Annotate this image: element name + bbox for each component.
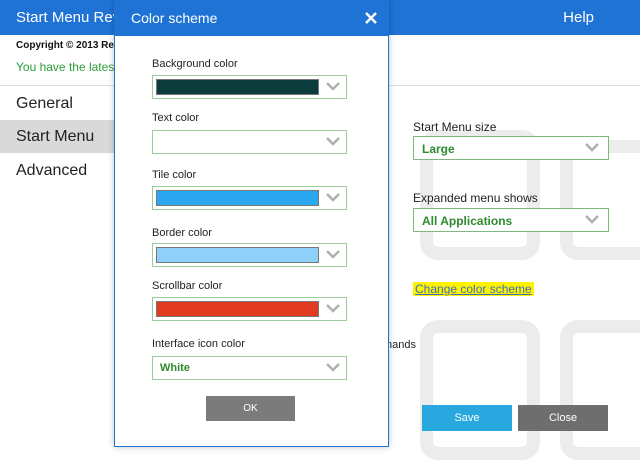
color-swatch: [156, 79, 319, 95]
help-link[interactable]: Help: [563, 9, 594, 26]
chevron-down-icon: [326, 250, 340, 259]
partial-label-text: nands: [386, 339, 416, 351]
color-swatch: [156, 247, 319, 263]
chevron-down-icon: [326, 363, 340, 372]
tile-color-select[interactable]: [152, 186, 347, 210]
background-color-select[interactable]: [152, 75, 347, 99]
chevron-down-icon: [585, 143, 599, 152]
color-swatch: [156, 301, 319, 317]
interface-icon-color-label: Interface icon color: [152, 338, 245, 350]
text-color-label: Text color: [152, 112, 200, 124]
dialog-title: Color scheme: [131, 10, 218, 26]
change-color-scheme-link[interactable]: Change color scheme: [413, 282, 534, 296]
background-color-label: Background color: [152, 58, 238, 70]
chevron-down-icon: [326, 137, 340, 146]
color-scheme-dialog: Color scheme Background color Text color…: [114, 0, 389, 447]
start-menu-size-value: Large: [422, 142, 455, 156]
chevron-down-icon: [326, 82, 340, 91]
chevron-down-icon: [585, 215, 599, 224]
close-button[interactable]: Close: [518, 405, 608, 431]
expanded-menu-label: Expanded menu shows: [413, 191, 538, 205]
interface-icon-color-select[interactable]: White: [152, 356, 347, 380]
save-button[interactable]: Save: [422, 405, 512, 431]
tile-color-label: Tile color: [152, 169, 197, 181]
nav-item-start-menu[interactable]: Start Menu: [0, 120, 118, 153]
close-icon[interactable]: [355, 1, 388, 36]
text-color-select[interactable]: [152, 130, 347, 154]
chevron-down-icon: [326, 193, 340, 202]
ok-button[interactable]: OK: [206, 396, 295, 421]
color-swatch: [156, 134, 319, 150]
border-color-label: Border color: [152, 227, 212, 239]
start-menu-size-select[interactable]: Large: [413, 136, 609, 160]
color-swatch: [156, 190, 319, 206]
nav-item-general[interactable]: General: [0, 87, 118, 120]
decor-tile: [560, 320, 640, 460]
scrollbar-color-select[interactable]: [152, 297, 347, 321]
dialog-title-bar: Color scheme: [115, 1, 388, 36]
expanded-menu-select[interactable]: All Applications: [413, 208, 609, 232]
nav-item-advanced[interactable]: Advanced: [0, 154, 118, 187]
decor-tile: [420, 320, 540, 460]
start-menu-size-label: Start Menu size: [413, 120, 497, 134]
chevron-down-icon: [326, 304, 340, 313]
border-color-select[interactable]: [152, 243, 347, 267]
expanded-menu-value: All Applications: [422, 214, 513, 228]
interface-icon-color-value: White: [160, 362, 190, 374]
scrollbar-color-label: Scrollbar color: [152, 280, 223, 292]
